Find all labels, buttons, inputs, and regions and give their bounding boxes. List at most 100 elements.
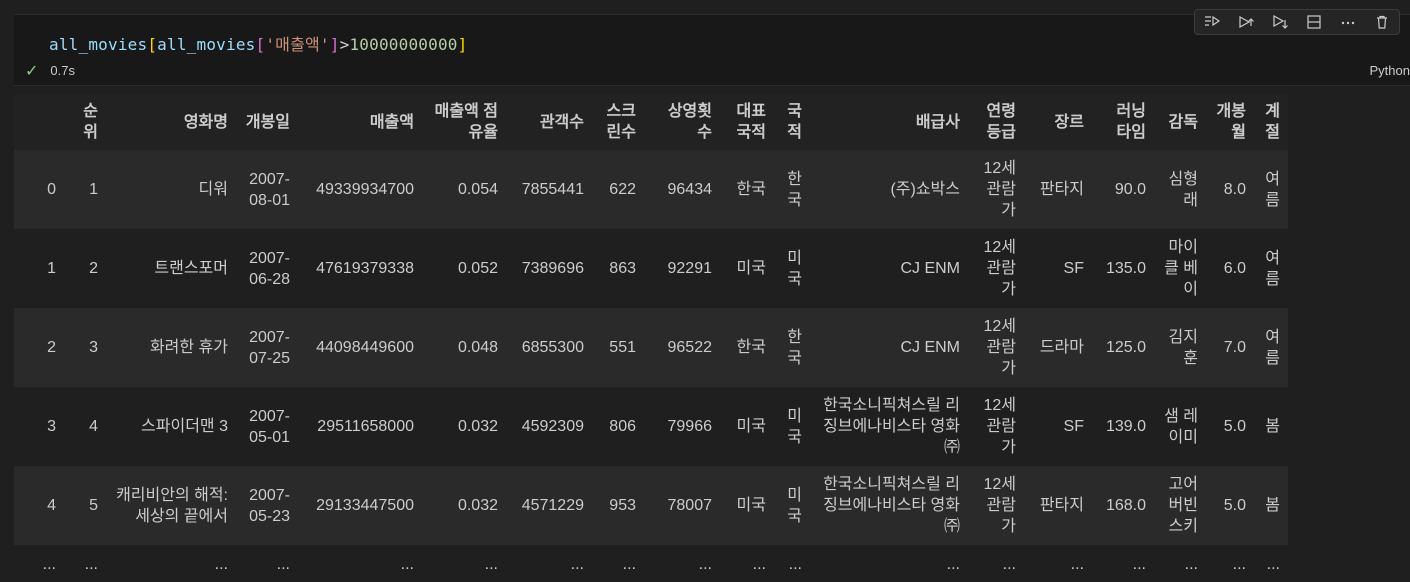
table-cell: 한국소니픽쳐스릴 리징브에나비스타 영화㈜ (810, 466, 968, 545)
col-header-sales-share: 매출액 점유율 (422, 94, 506, 150)
table-cell: 3 (64, 308, 106, 387)
table-cell: 트랜스포머 (106, 229, 236, 308)
table-cell: 953 (592, 466, 644, 545)
table-cell: 4571229 (506, 466, 592, 545)
table-cell: 0.054 (422, 150, 506, 229)
table-cell: ... (1092, 545, 1154, 582)
execute-below-icon[interactable] (1268, 12, 1292, 32)
table-cell: 봄 (1254, 466, 1288, 545)
table-cell: 5.0 (1206, 466, 1254, 545)
dataframe-table: 순위 영화명 개봉일 매출액 매출액 점유율 관객수 스크 린수 상영횟 수 대… (14, 94, 1288, 582)
header-row: 순위 영화명 개봉일 매출액 매출액 점유율 관객수 스크 린수 상영횟 수 대… (14, 94, 1288, 150)
col-header-rating: 연령 등급 (968, 94, 1024, 150)
col-header-title: 영화명 (106, 94, 236, 150)
col-header-showings: 상영횟 수 (644, 94, 720, 150)
col-header-rank: 순위 (64, 94, 106, 150)
code-line[interactable]: all_movies[all_movies['매출액']>10000000000… (49, 31, 467, 55)
table-row-ellipsis: ... ... ... ... ... ... ... ... ... ... … (14, 545, 1288, 582)
table-cell: 한국 (720, 150, 774, 229)
table-cell: CJ ENM (810, 229, 968, 308)
table-cell: 863 (592, 229, 644, 308)
table-cell: 한국 (720, 308, 774, 387)
table-cell: 47619379338 (298, 229, 422, 308)
split-cell-icon[interactable] (1302, 12, 1326, 32)
col-header-nationality: 국 적 (774, 94, 810, 150)
table-cell: 6.0 (1206, 229, 1254, 308)
table-cell: CJ ENM (810, 308, 968, 387)
row-index: 3 (14, 387, 64, 466)
table-cell: ... (14, 545, 64, 582)
code-cell[interactable]: all_movies[all_movies['매출액']>10000000000… (14, 9, 1410, 86)
table-cell: 12세 관람 가 (968, 150, 1024, 229)
table-row: 4 5 캐리비안의 해적: 세상의 끝에서 2007- 05-23 291334… (14, 466, 1288, 545)
table-cell: (주)쇼박스 (810, 150, 968, 229)
table-cell: 한 국 (774, 150, 810, 229)
language-label[interactable]: Python (1370, 63, 1410, 78)
table-cell: ... (810, 545, 968, 582)
table-cell: 미국 (720, 466, 774, 545)
table-cell: 622 (592, 150, 644, 229)
col-header-season: 계 절 (1254, 94, 1288, 150)
col-header-running-time: 러닝 타임 (1092, 94, 1154, 150)
table-cell: 0.048 (422, 308, 506, 387)
table-cell: 8.0 (1206, 150, 1254, 229)
table-cell: 96434 (644, 150, 720, 229)
table-cell: 김지 훈 (1154, 308, 1206, 387)
table-cell: 0.032 (422, 466, 506, 545)
table-cell: 168.0 (1092, 466, 1154, 545)
table-cell: 12세 관람 가 (968, 229, 1024, 308)
table-cell: 한국소니픽쳐스릴 리징브에나비스타 영화㈜ (810, 387, 968, 466)
execute-above-icon[interactable] (1234, 12, 1258, 32)
table-cell: 551 (592, 308, 644, 387)
table-cell: 29511658000 (298, 387, 422, 466)
table-cell: 7855441 (506, 150, 592, 229)
code-token: [ (147, 35, 158, 54)
table-cell: ... (1206, 545, 1254, 582)
row-index: 2 (14, 308, 64, 387)
table-cell: ... (506, 545, 592, 582)
table-cell: ... (422, 545, 506, 582)
code-token: all_movies (157, 35, 256, 54)
col-header-genre: 장르 (1024, 94, 1092, 150)
table-cell: 135.0 (1092, 229, 1154, 308)
delete-icon[interactable] (1370, 12, 1394, 32)
code-token: ] (329, 35, 340, 54)
table-cell: 봄 (1254, 387, 1288, 466)
table-cell: 마이 클 베 이 (1154, 229, 1206, 308)
col-header-director: 감독 (1154, 94, 1206, 150)
table-cell: ... (720, 545, 774, 582)
table-cell: 판타지 (1024, 466, 1092, 545)
table-cell: 79966 (644, 387, 720, 466)
table-cell: 2 (64, 229, 106, 308)
table-cell: 4592309 (506, 387, 592, 466)
table-cell: 미국 (720, 387, 774, 466)
table-cell: 심형 래 (1154, 150, 1206, 229)
table-cell: 92291 (644, 229, 720, 308)
col-header-main-nationality: 대표 국적 (720, 94, 774, 150)
row-index: 4 (14, 466, 64, 545)
run-by-line-icon[interactable] (1200, 12, 1224, 32)
table-row: 1 2 트랜스포머 2007- 06-28 47619379338 0.052 … (14, 229, 1288, 308)
table-cell: 125.0 (1092, 308, 1154, 387)
table-cell: ... (1154, 545, 1206, 582)
table-cell: 미 국 (774, 387, 810, 466)
table-cell: ... (1254, 545, 1288, 582)
code-token: all_movies (49, 35, 148, 54)
table-row: 3 4 스파이더맨 3 2007- 05-01 29511658000 0.03… (14, 387, 1288, 466)
table-cell: ... (298, 545, 422, 582)
table-cell: ... (774, 545, 810, 582)
table-cell: 5.0 (1206, 387, 1254, 466)
table-cell: 12세 관람 가 (968, 308, 1024, 387)
table-cell: 4 (64, 387, 106, 466)
code-token: ] (457, 35, 468, 54)
table-cell: 여 름 (1254, 229, 1288, 308)
col-header-sales: 매출액 (298, 94, 422, 150)
table-cell: 디워 (106, 150, 236, 229)
col-header-release-date: 개봉일 (236, 94, 298, 150)
table-cell: 12세 관람 가 (968, 466, 1024, 545)
more-icon[interactable] (1336, 12, 1360, 32)
col-header-distributor: 배급사 (810, 94, 968, 150)
table-cell: ... (968, 545, 1024, 582)
table-cell: 6855300 (506, 308, 592, 387)
table-cell: 2007- 07-25 (236, 308, 298, 387)
